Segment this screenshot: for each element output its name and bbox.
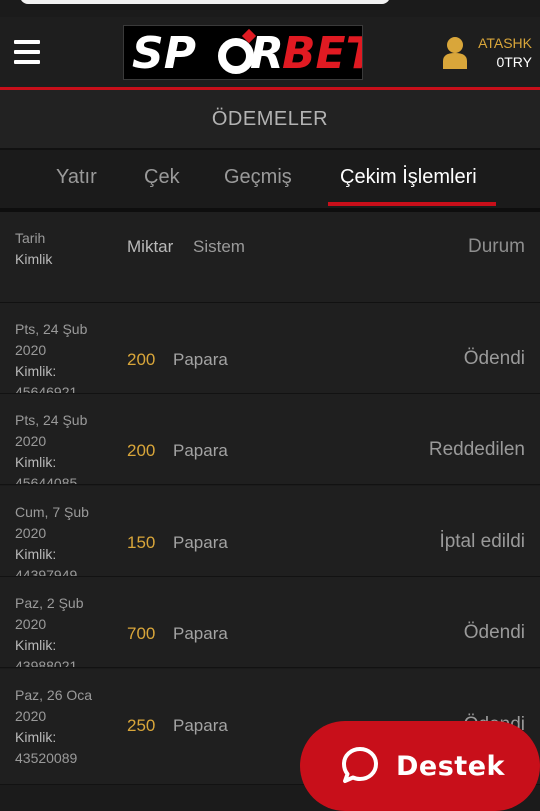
table-row[interactable]: Pts, 24 Şub 2020 Kimlik: 45646921 200 Pa… [0,303,540,394]
row-status: Ödendi [463,348,525,369]
hamburger-menu-icon[interactable] [14,40,40,64]
row-amount: 250 [127,716,156,735]
address-bar[interactable] [20,0,390,4]
table-header: Tarih Kimlik Miktar Sistem Durum [0,212,540,303]
header-amount: Miktar [127,237,174,256]
table-row[interactable]: Cum, 7 Şub 2020 Kimlik: 44397949 150 Pap… [0,486,540,577]
header-date: Tarih [15,230,46,246]
user-icon[interactable] [441,35,469,69]
row-amount: 700 [127,624,156,643]
row-id: 44397949 [15,567,78,577]
svg-text:BET: BET [282,28,362,79]
row-amount: 200 [127,441,156,460]
row-date: Pts, 24 Şub 2020 [15,321,88,358]
tab-history[interactable]: Geçmiş [224,166,292,189]
row-status: Ödendi [463,622,525,643]
row-system: Papara [173,533,228,552]
row-date: Paz, 2 Şub 2020 [15,595,84,632]
chat-bubble-icon [342,747,378,783]
row-id-label: Kimlik: [15,729,57,745]
row-date-id: Pts, 24 Şub 2020 Kimlik: 45644085 [15,410,107,485]
header-date-id: Tarih Kimlik [15,228,52,270]
svg-text:R: R [250,28,284,79]
tab-withdrawal-transactions[interactable]: Çekim İşlemleri [340,166,477,189]
site-header: SP R BET ATASHK 0TRY [0,17,540,90]
row-id-label: Kimlik: [15,363,57,379]
tab-withdraw[interactable]: Çek [144,166,180,189]
row-amount: 200 [127,350,156,369]
support-button[interactable]: Destek [300,721,540,811]
row-date: Pts, 24 Şub 2020 [15,412,88,449]
row-id: 45646921 [15,384,78,394]
row-id: 43520089 [15,750,78,766]
row-system: Papara [173,624,228,643]
username[interactable]: ATASHK [478,35,532,51]
row-date-id: Cum, 7 Şub 2020 Kimlik: 44397949 [15,502,107,577]
svg-text:SP: SP [132,28,196,79]
browser-top-strip [0,0,540,17]
row-system: Papara [173,441,228,460]
page-title: ÖDEMELER [211,108,329,130]
table-row[interactable]: Pts, 24 Şub 2020 Kimlik: 45644085 200 Pa… [0,394,540,485]
payment-tabs: Yatır Çek Geçmiş Çekim İşlemleri [0,150,540,208]
row-id: 43988021 [15,658,78,668]
row-date: Paz, 26 Oca 2020 [15,687,93,724]
support-label: Destek [396,751,505,782]
header-id: Kimlik [15,251,53,267]
row-date-id: Paz, 2 Şub 2020 Kimlik: 43988021 [15,593,107,668]
title-bar: ÖDEMELER [0,90,540,150]
row-amount: 150 [127,533,156,552]
row-date-id: Pts, 24 Şub 2020 Kimlik: 45646921 [15,319,107,394]
row-status: Reddedilen [428,439,525,460]
row-id-label: Kimlik: [15,546,57,562]
row-system: Papara [173,716,228,735]
row-id: 45644085 [15,475,78,485]
tab-deposit[interactable]: Yatır [56,166,97,189]
row-id-label: Kimlik: [15,637,57,653]
header-system: Sistem [193,237,245,256]
active-tab-indicator [328,202,496,206]
sporbet-logo[interactable]: SP R BET [123,25,379,80]
balance: 0TRY [496,54,532,70]
header-status: Durum [467,236,525,257]
row-id-label: Kimlik: [15,454,57,470]
row-status: İptal edildi [439,531,525,552]
row-date: Cum, 7 Şub 2020 [15,504,89,541]
table-row[interactable]: Paz, 2 Şub 2020 Kimlik: 43988021 700 Pap… [0,577,540,668]
row-date-id: Paz, 26 Oca 2020 Kimlik: 43520089 [15,685,107,769]
row-system: Papara [173,350,228,369]
